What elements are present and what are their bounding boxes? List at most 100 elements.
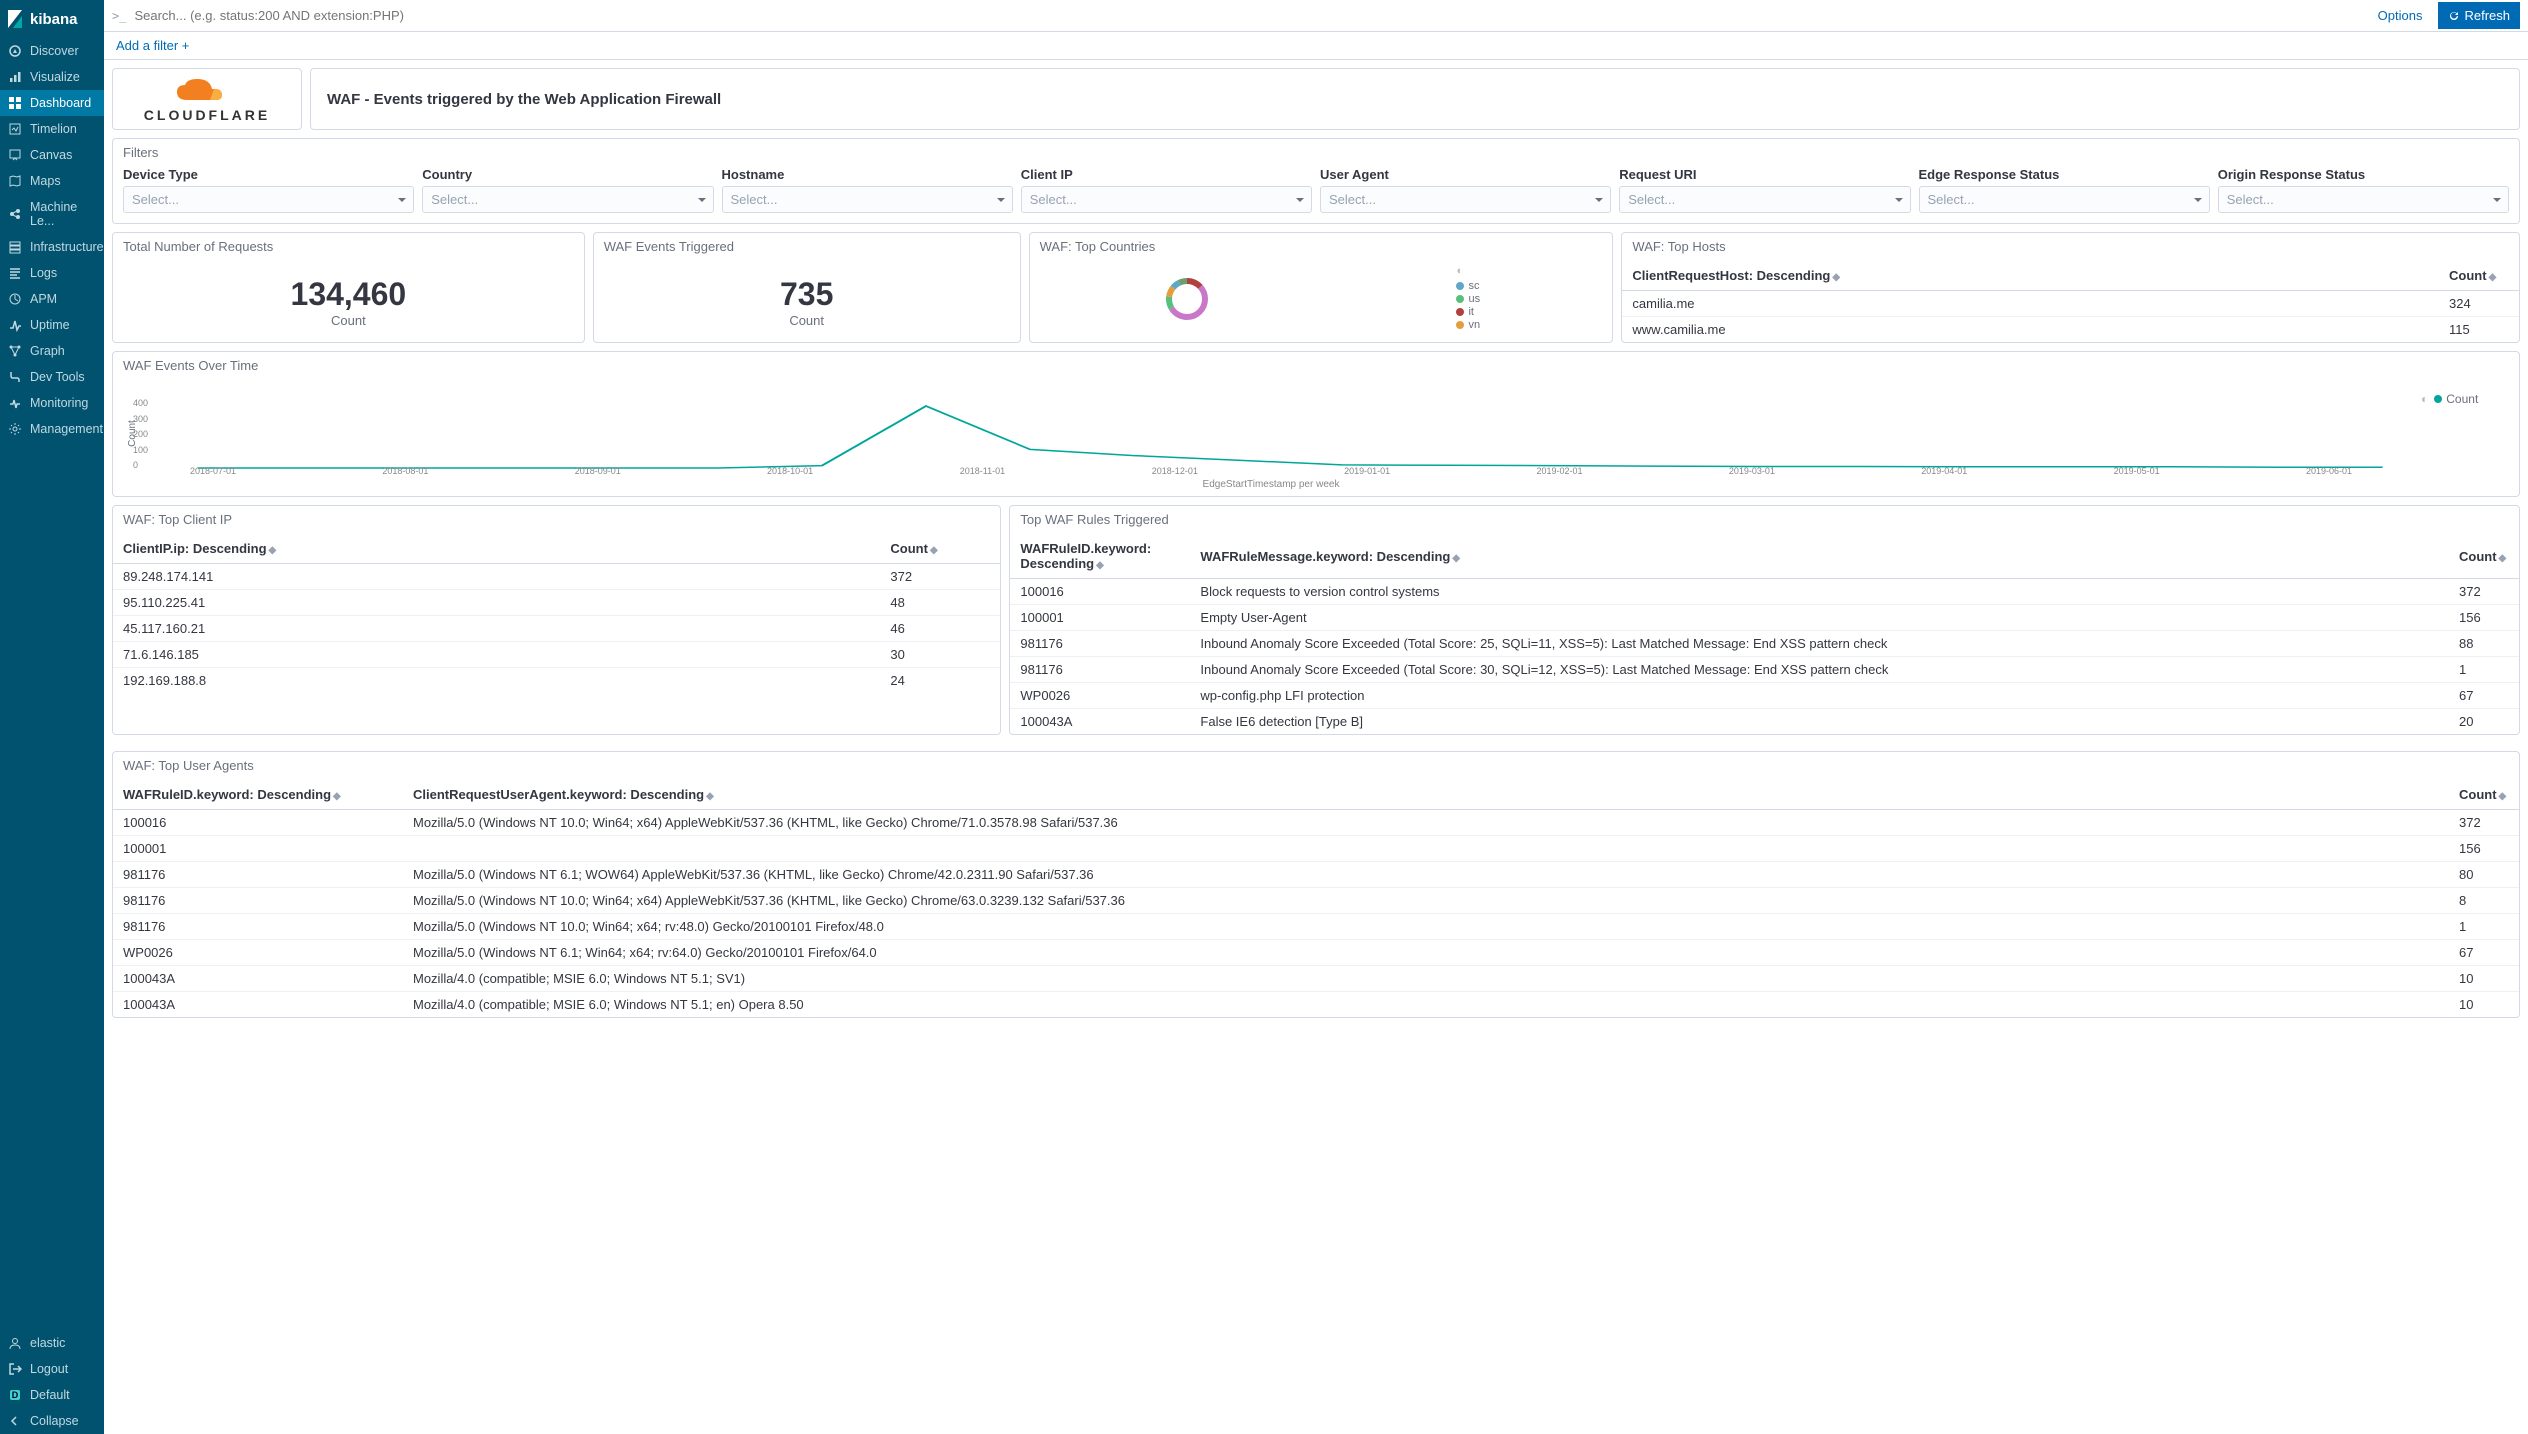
sidebar-item-timelion[interactable]: Timelion: [0, 116, 104, 142]
legend-item[interactable]: it: [1456, 306, 1480, 318]
table-cell: 100001: [1010, 605, 1190, 631]
table-row[interactable]: WP0026Mozilla/5.0 (Windows NT 6.1; Win64…: [113, 940, 2519, 966]
sidebar-item-label: Canvas: [30, 148, 72, 162]
sidebar-item-dashboard[interactable]: Dashboard: [0, 90, 104, 116]
sidebar-item-collapse[interactable]: Collapse: [0, 1408, 104, 1434]
table-row[interactable]: 71.6.146.18530: [113, 642, 1000, 668]
legend-item[interactable]: sc: [1456, 280, 1480, 292]
x-tick: 2018-07-01: [190, 466, 236, 476]
legend-toggle[interactable]: ◐: [2421, 392, 2428, 406]
add-filter-link[interactable]: Add a filter +: [116, 38, 189, 53]
sidebar-item-graph[interactable]: Graph: [0, 338, 104, 364]
legend-item[interactable]: us: [1456, 293, 1480, 305]
table-row[interactable]: www.camilia.me115: [1622, 317, 2519, 343]
discover-icon: [8, 44, 22, 58]
table-header[interactable]: WAFRuleMessage.keyword: Descending◆: [1190, 534, 2449, 579]
filter-select-country[interactable]: Select...: [422, 186, 713, 213]
table-row[interactable]: 100043AFalse IE6 detection [Type B]20: [1010, 709, 2519, 735]
table-cell: 20: [2449, 709, 2519, 735]
table-cell: 30: [880, 642, 1000, 668]
table-header[interactable]: Count◆: [2449, 534, 2519, 579]
table-cell: 95.110.225.41: [113, 590, 880, 616]
refresh-button[interactable]: Refresh: [2438, 2, 2520, 29]
filter-select-device-type[interactable]: Select...: [123, 186, 414, 213]
table-row[interactable]: 981176Inbound Anomaly Score Exceeded (To…: [1010, 657, 2519, 683]
table-header[interactable]: Count◆: [880, 534, 1000, 564]
sidebar-item-logs[interactable]: Logs: [0, 260, 104, 286]
sidebar-item-label: Infrastructure: [30, 240, 104, 254]
table-row[interactable]: 89.248.174.141372: [113, 564, 1000, 590]
filter-select-edge-response-status[interactable]: Select...: [1919, 186, 2210, 213]
chart-legend: ◐ Count: [2421, 388, 2511, 488]
table-row[interactable]: WP0026wp-config.php LFI protection67: [1010, 683, 2519, 709]
table-cell: Mozilla/4.0 (compatible; MSIE 6.0; Windo…: [403, 992, 2449, 1018]
table-header[interactable]: ClientIP.ip: Descending◆: [113, 534, 880, 564]
sidebar-item-infrastructure[interactable]: Infrastructure: [0, 234, 104, 260]
table-row[interactable]: 981176Mozilla/5.0 (Windows NT 10.0; Win6…: [113, 914, 2519, 940]
table-row[interactable]: 100016Mozilla/5.0 (Windows NT 10.0; Win6…: [113, 810, 2519, 836]
filter-select-client-ip[interactable]: Select...: [1021, 186, 1312, 213]
devtools-icon: [8, 370, 22, 384]
sidebar-item-elastic[interactable]: elastic: [0, 1330, 104, 1356]
table-cell: 80: [2449, 862, 2519, 888]
table-row[interactable]: 100043AMozilla/4.0 (compatible; MSIE 6.0…: [113, 992, 2519, 1018]
sidebar-item-uptime[interactable]: Uptime: [0, 312, 104, 338]
table-cell: 372: [2449, 579, 2519, 605]
table-cell: 67: [2449, 683, 2519, 709]
sidebar-item-label: Logout: [30, 1362, 68, 1376]
table-cell: Mozilla/4.0 (compatible; MSIE 6.0; Windo…: [403, 966, 2449, 992]
filter-select-origin-response-status[interactable]: Select...: [2218, 186, 2509, 213]
table-row[interactable]: 45.117.160.2146: [113, 616, 1000, 642]
table-cell: 45.117.160.21: [113, 616, 880, 642]
top-hosts-panel: WAF: Top Hosts ClientRequestHost: Descen…: [1621, 232, 2520, 343]
sidebar-item-default[interactable]: DDefault: [0, 1382, 104, 1408]
table-cell: 372: [2449, 810, 2519, 836]
table-header[interactable]: ClientRequestUserAgent.keyword: Descendi…: [403, 780, 2449, 810]
table-cell: 100043A: [113, 992, 403, 1018]
table-row[interactable]: 981176Inbound Anomaly Score Exceeded (To…: [1010, 631, 2519, 657]
table-header[interactable]: ClientRequestHost: Descending◆: [1622, 261, 2439, 291]
sidebar-item-visualize[interactable]: Visualize: [0, 64, 104, 90]
table-header[interactable]: WAFRuleID.keyword: Descending◆: [1010, 534, 1190, 579]
sidebar-item-discover[interactable]: Discover: [0, 38, 104, 64]
table-header[interactable]: Count◆: [2439, 261, 2519, 291]
table-cell: 46: [880, 616, 1000, 642]
filter-select-hostname[interactable]: Select...: [722, 186, 1013, 213]
sidebar-item-maps[interactable]: Maps: [0, 168, 104, 194]
sidebar-item-canvas[interactable]: Canvas: [0, 142, 104, 168]
table-cell: 8: [2449, 888, 2519, 914]
sidebar-item-monitoring[interactable]: Monitoring: [0, 390, 104, 416]
sidebar-item-management[interactable]: Management: [0, 416, 104, 442]
table-row[interactable]: 981176Mozilla/5.0 (Windows NT 10.0; Win6…: [113, 888, 2519, 914]
filter-select-user-agent[interactable]: Select...: [1320, 186, 1611, 213]
metric-value: 735: [780, 276, 833, 313]
filters-panel: Filters Device TypeSelect...CountrySelec…: [112, 138, 2520, 224]
y-tick: 0: [133, 460, 138, 470]
table-row[interactable]: 100001156: [113, 836, 2519, 862]
table-cell: 88: [2449, 631, 2519, 657]
sidebar-item-apm[interactable]: APM: [0, 286, 104, 312]
search-input[interactable]: [134, 8, 2361, 23]
table-row[interactable]: 100016Block requests to version control …: [1010, 579, 2519, 605]
table-row[interactable]: 95.110.225.4148: [113, 590, 1000, 616]
table-cell: 10: [2449, 966, 2519, 992]
search-prompt: >_: [112, 9, 126, 23]
filter-select-request-uri[interactable]: Select...: [1619, 186, 1910, 213]
filter-label: Client IP: [1021, 167, 1312, 182]
table-row[interactable]: 100001Empty User-Agent156: [1010, 605, 2519, 631]
donut-chart: [1162, 274, 1212, 324]
table-header[interactable]: Count◆: [2449, 780, 2519, 810]
kibana-logo[interactable]: kibana: [0, 0, 104, 38]
legend-toggle[interactable]: ◐: [1456, 265, 1480, 277]
table-row[interactable]: 192.169.188.824: [113, 668, 1000, 694]
sidebar-item-dev-tools[interactable]: Dev Tools: [0, 364, 104, 390]
table-row[interactable]: camilia.me324: [1622, 291, 2519, 317]
options-link[interactable]: Options: [2370, 8, 2431, 23]
sidebar-item-logout[interactable]: Logout: [0, 1356, 104, 1382]
legend-item[interactable]: vn: [1456, 319, 1480, 331]
sidebar-item-machine-le-[interactable]: Machine Le...: [0, 194, 104, 234]
table-row[interactable]: 981176Mozilla/5.0 (Windows NT 6.1; WOW64…: [113, 862, 2519, 888]
table-header[interactable]: WAFRuleID.keyword: Descending◆: [113, 780, 403, 810]
sidebar-item-label: Management: [30, 422, 103, 436]
table-row[interactable]: 100043AMozilla/4.0 (compatible; MSIE 6.0…: [113, 966, 2519, 992]
